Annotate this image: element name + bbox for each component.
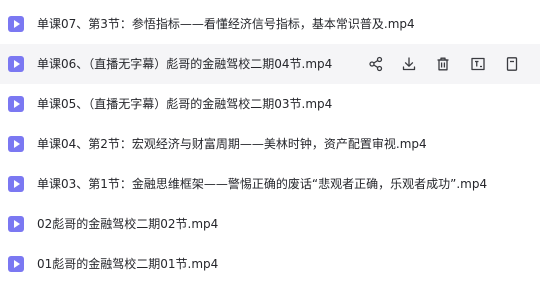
file-row[interactable]: 单课05、（直播无字幕）彪哥的金融驾校二期03节.mp4 xyxy=(0,84,540,124)
share-icon[interactable] xyxy=(368,56,384,72)
file-row[interactable]: 单课06、（直播无字幕）彪哥的金融驾校二期04节.mp4 xyxy=(0,44,540,84)
file-name[interactable]: 单课04、第2节：宏观经济与财富周期——美林时钟，资产配置审视.mp4 xyxy=(37,136,427,152)
file-row[interactable]: 01彪哥的金融驾校二期01节.mp4 xyxy=(0,244,540,284)
rename-icon[interactable] xyxy=(470,56,486,72)
more-icon[interactable] xyxy=(504,56,520,72)
file-name[interactable]: 01彪哥的金融驾校二期01节.mp4 xyxy=(37,256,218,272)
file-name[interactable]: 单课07、第3节：参悟指标——看懂经济信号指标，基本常识普及.mp4 xyxy=(37,16,415,32)
video-file-icon xyxy=(8,176,24,192)
file-name[interactable]: 02彪哥的金融驾校二期02节.mp4 xyxy=(37,216,218,232)
video-file-icon xyxy=(8,56,24,72)
file-row[interactable]: 02彪哥的金融驾校二期02节.mp4 xyxy=(0,204,540,244)
delete-icon[interactable] xyxy=(435,56,451,72)
download-icon[interactable] xyxy=(401,56,417,72)
video-file-icon xyxy=(8,256,24,272)
video-file-icon xyxy=(8,136,24,152)
video-file-icon xyxy=(8,216,24,232)
file-name[interactable]: 单课05、（直播无字幕）彪哥的金融驾校二期03节.mp4 xyxy=(37,96,332,112)
file-name[interactable]: 单课06、（直播无字幕）彪哥的金融驾校二期04节.mp4 xyxy=(37,56,332,72)
file-row[interactable]: 单课03、第1节：金融思维框架——警惕正确的废话“悲观者正确，乐观者成功”.mp… xyxy=(0,164,540,204)
video-file-icon xyxy=(8,96,24,112)
file-list: 单课07、第3节：参悟指标——看懂经济信号指标，基本常识普及.mp4 单课06、… xyxy=(0,0,540,290)
file-row[interactable]: 单课04、第2节：宏观经济与财富周期——美林时钟，资产配置审视.mp4 xyxy=(0,124,540,164)
video-file-icon xyxy=(8,16,24,32)
file-row[interactable]: 单课07、第3节：参悟指标——看懂经济信号指标，基本常识普及.mp4 xyxy=(0,4,540,44)
file-name[interactable]: 单课03、第1节：金融思维框架——警惕正确的废话“悲观者正确，乐观者成功”.mp… xyxy=(37,176,487,192)
